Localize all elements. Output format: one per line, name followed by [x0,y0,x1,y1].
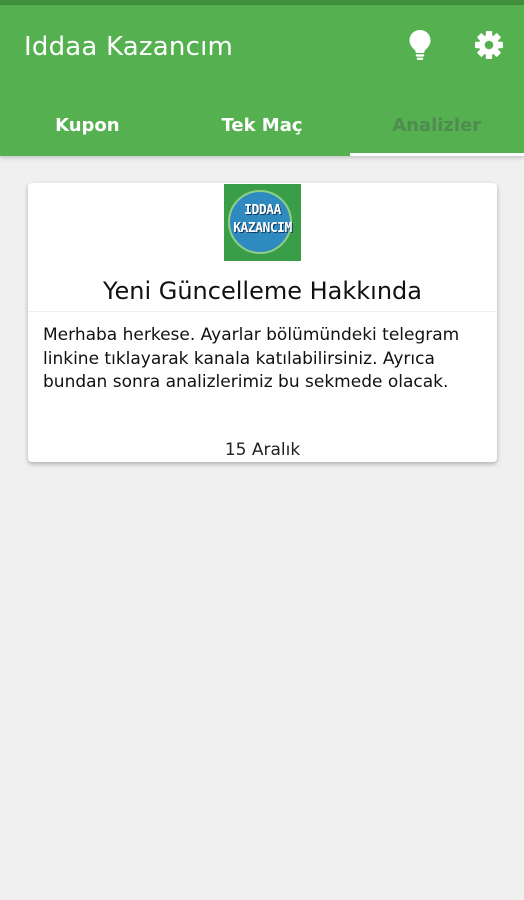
tab-indicator [350,153,524,156]
settings-button[interactable] [469,27,509,67]
lightbulb-button[interactable] [400,27,440,67]
logo-text-line1: IDDAA [244,203,281,218]
card-title: Yeni Güncelleme Hakkında [103,277,422,305]
app-title: Iddaa Kazancım [24,32,234,62]
card-date: 15 Aralık [224,440,301,460]
tab-bar: Kupon Tek Maç Analizler [0,95,524,156]
tab-kupon[interactable]: Kupon [0,95,175,156]
tab-tek-mac[interactable]: Tek Maç [175,95,350,156]
announcement-card[interactable]: IDDAA KAZANCIM Yeni Güncelleme Hakkında … [28,183,497,462]
card-body: Merhaba herkese. Ayarlar bölümündeki tel… [43,325,460,392]
tab-analizler[interactable]: Analizler [349,95,524,156]
app-logo: IDDAA KAZANCIM [224,184,301,261]
logo-text-line2: KAZANCIM [233,221,292,236]
lightbulb-icon [408,29,432,65]
card-divider [28,311,497,312]
gear-icon [474,30,504,64]
app-bar: Iddaa Kazancım Kupon Tek Maç Analizler [0,5,524,156]
